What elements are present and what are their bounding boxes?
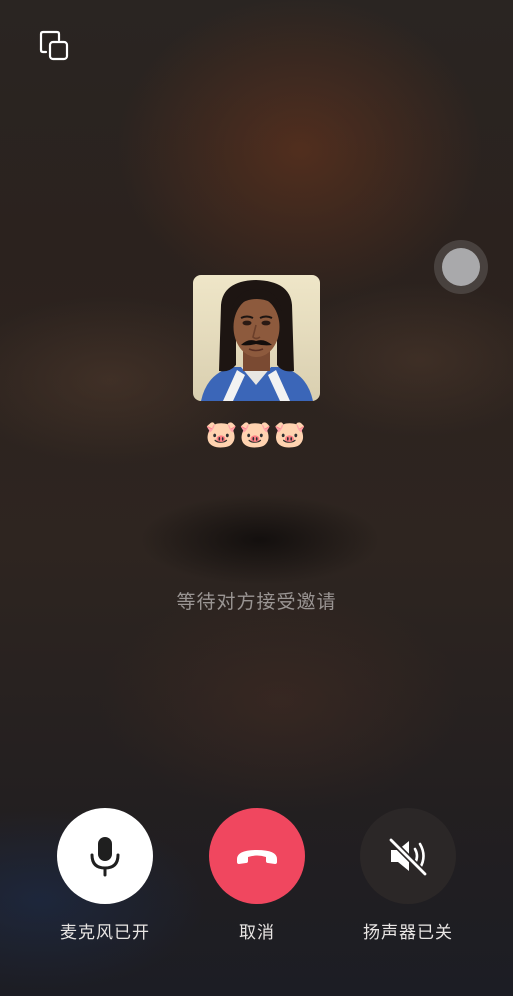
contact-avatar: [193, 275, 320, 401]
voice-call-screen: 🐷🐷🐷 等待对方接受邀请 麦克风已开 取消 扬声器已关: [0, 0, 513, 996]
microphone-icon: [90, 837, 120, 877]
speaker-button-circle[interactable]: [360, 808, 456, 904]
cancel-label: 取消: [239, 923, 275, 943]
call-controls: 麦克风已开 取消 扬声器已关: [0, 808, 513, 958]
cancel-call-button[interactable]: 取消: [192, 808, 322, 943]
microphone-toggle-button[interactable]: 麦克风已开: [40, 808, 170, 943]
microphone-button-circle[interactable]: [57, 808, 153, 904]
microphone-label: 麦克风已开: [60, 923, 150, 943]
floating-assistive-ball[interactable]: [434, 240, 488, 294]
speaker-label: 扬声器已关: [363, 923, 453, 943]
speaker-muted-icon: [388, 837, 428, 877]
speaker-toggle-button[interactable]: 扬声器已关: [343, 808, 473, 943]
minimize-window-button[interactable]: [36, 28, 70, 62]
cancel-button-circle[interactable]: [209, 808, 305, 904]
hang-up-phone-icon: [237, 850, 277, 864]
contact-name: 🐷🐷🐷: [204, 420, 309, 450]
call-status-text: 等待对方接受邀请: [176, 591, 337, 613]
floating-ball-core: [442, 248, 480, 286]
minimize-window-icon: [39, 30, 69, 61]
